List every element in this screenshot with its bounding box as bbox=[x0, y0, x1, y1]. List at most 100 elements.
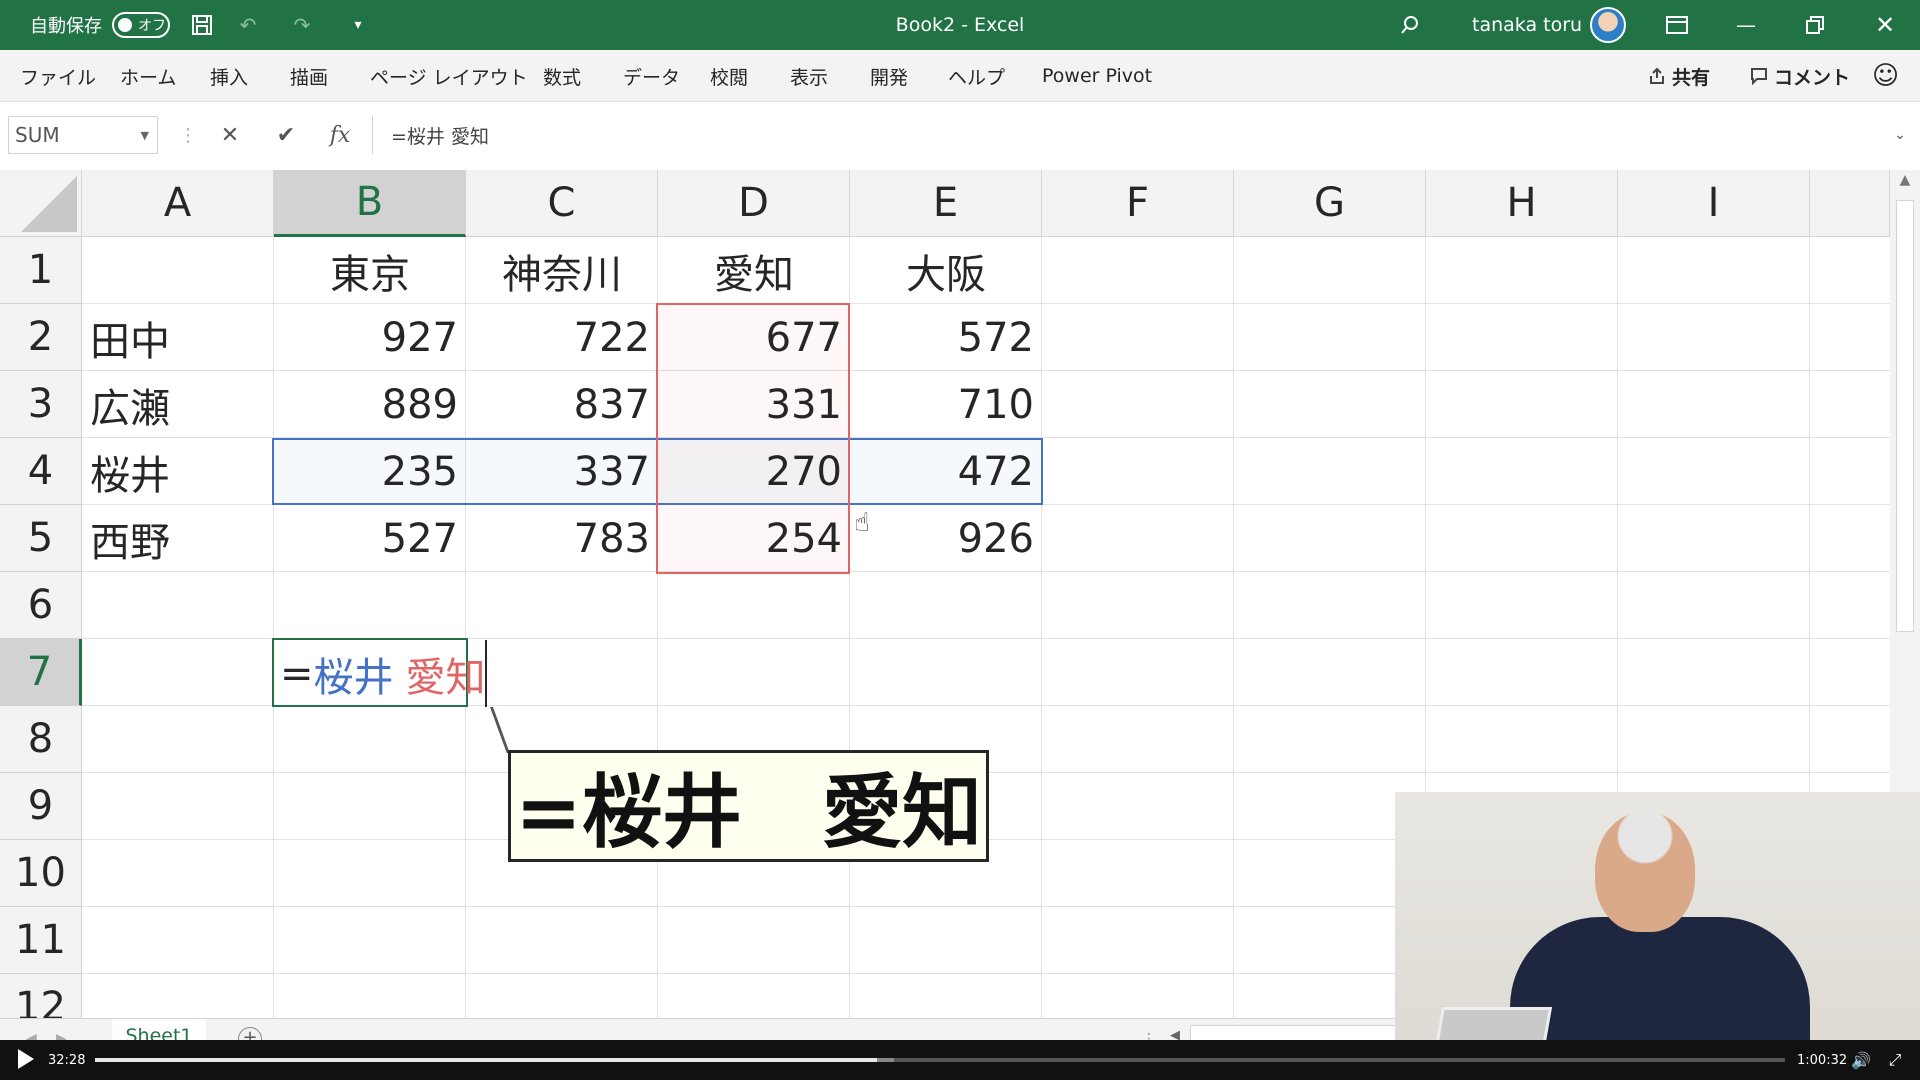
formula-input[interactable]: =桜井 愛知 bbox=[372, 116, 1892, 154]
restore-icon[interactable] bbox=[1795, 0, 1835, 50]
row-header-11[interactable]: 11 bbox=[0, 907, 82, 974]
chevron-down-icon[interactable]: ▼ bbox=[141, 129, 149, 142]
comment-icon bbox=[1751, 68, 1767, 85]
column-header-c[interactable]: C bbox=[466, 170, 658, 237]
volume-icon[interactable]: 🔊 bbox=[1846, 1040, 1876, 1080]
cell-d1[interactable]: 愛知 bbox=[658, 237, 850, 304]
row-header-5[interactable]: 5 bbox=[0, 505, 82, 572]
row-header-4[interactable]: 4 bbox=[0, 438, 82, 505]
column-header-j[interactable] bbox=[1810, 170, 1890, 237]
row-header-1[interactable]: 1 bbox=[0, 237, 82, 304]
tab-review[interactable]: 校閲 bbox=[710, 50, 748, 102]
cell-e3[interactable]: 710 bbox=[850, 371, 1042, 438]
autosave-toggle[interactable]: オフ bbox=[112, 12, 170, 38]
cell-c2[interactable]: 722 bbox=[466, 304, 658, 371]
row-header-2[interactable]: 2 bbox=[0, 304, 82, 371]
ribbon-tabs: ファイル ホーム 挿入 描画 ページ レイアウト 数式 データ 校閲 表示 開発… bbox=[0, 50, 1920, 102]
cell-b4[interactable]: 235 bbox=[274, 438, 466, 505]
row-header-7[interactable]: 7 bbox=[0, 639, 82, 706]
cell-c3[interactable]: 837 bbox=[466, 371, 658, 438]
cell-b1[interactable]: 東京 bbox=[274, 237, 466, 304]
column-header-g[interactable]: G bbox=[1234, 170, 1426, 237]
formula-equals: = bbox=[280, 650, 314, 697]
column-header-i[interactable]: I bbox=[1618, 170, 1810, 237]
cell-e2[interactable]: 572 bbox=[850, 304, 1042, 371]
share-icon bbox=[1650, 67, 1664, 84]
user-name[interactable]: tanaka toru bbox=[1472, 0, 1582, 50]
cell-a4[interactable]: 桜井 bbox=[82, 438, 274, 505]
redo-icon[interactable]: ↷ bbox=[282, 0, 322, 50]
cell-d5[interactable]: 254 bbox=[658, 505, 850, 572]
tab-data[interactable]: データ bbox=[623, 50, 680, 102]
close-icon[interactable]: ✕ bbox=[1865, 0, 1905, 50]
progress-bar[interactable] bbox=[95, 1058, 1785, 1062]
duration: 1:00:32 bbox=[1797, 1052, 1848, 1068]
cell-d2[interactable]: 677 bbox=[658, 304, 850, 371]
insert-function-icon[interactable]: fx bbox=[320, 116, 360, 154]
tab-formulas[interactable]: 数式 bbox=[543, 50, 581, 102]
callout-pointer bbox=[490, 707, 510, 753]
minimize-icon[interactable]: — bbox=[1726, 0, 1766, 50]
cancel-icon[interactable]: ✕ bbox=[210, 116, 250, 154]
row-header-3[interactable]: 3 bbox=[0, 371, 82, 438]
tab-draw[interactable]: 描画 bbox=[290, 50, 328, 102]
cell-b5[interactable]: 527 bbox=[274, 505, 466, 572]
tab-insert[interactable]: 挿入 bbox=[210, 50, 248, 102]
row-header-12[interactable]: 12 bbox=[0, 974, 82, 1020]
presenter-head bbox=[1595, 812, 1695, 932]
cell-b3[interactable]: 889 bbox=[274, 371, 466, 438]
tab-view[interactable]: 表示 bbox=[790, 50, 828, 102]
play-icon[interactable] bbox=[18, 1049, 34, 1069]
hand-cursor-icon: ☝ bbox=[854, 508, 870, 538]
avatar[interactable] bbox=[1590, 7, 1626, 43]
save-icon[interactable] bbox=[182, 0, 222, 50]
tab-file[interactable]: ファイル bbox=[20, 50, 96, 102]
tab-page-layout[interactable]: ページ レイアウト bbox=[370, 50, 528, 102]
undo-icon[interactable]: ↶ bbox=[228, 0, 268, 50]
enter-check-icon[interactable]: ✔ bbox=[266, 116, 306, 154]
tab-help[interactable]: ヘルプ bbox=[948, 50, 1005, 102]
video-player-controls: 32:28 1:00:32 🔊 ⤢ bbox=[0, 1040, 1920, 1080]
tab-power-pivot[interactable]: Power Pivot bbox=[1042, 50, 1152, 102]
cell-a2[interactable]: 田中 bbox=[82, 304, 274, 371]
expand-formula-bar-icon[interactable]: ⌄ bbox=[1880, 116, 1920, 154]
cell-e4[interactable]: 472 bbox=[850, 438, 1042, 505]
cell-a3[interactable]: 広瀬 bbox=[82, 371, 274, 438]
row-header-10[interactable]: 10 bbox=[0, 840, 82, 907]
feedback-smiley-icon[interactable]: ☺ bbox=[1872, 60, 1899, 92]
share-button[interactable]: 共有 bbox=[1648, 60, 1710, 92]
column-header-h[interactable]: H bbox=[1426, 170, 1618, 237]
formula-bar: SUM ▼ ⋮ ✕ ✔ fx =桜井 愛知 ⌄ bbox=[0, 112, 1920, 158]
cell-b7-editing[interactable]: = 桜井 愛知 bbox=[272, 640, 486, 707]
row-header-8[interactable]: 8 bbox=[0, 706, 82, 773]
cell-c1[interactable]: 神奈川 bbox=[466, 237, 658, 304]
row-header-6[interactable]: 6 bbox=[0, 572, 82, 639]
tab-developer[interactable]: 開発 bbox=[870, 50, 908, 102]
more-options-icon[interactable]: ⋮ bbox=[168, 116, 208, 154]
column-header-e[interactable]: E bbox=[850, 170, 1042, 237]
comment-button[interactable]: コメント bbox=[1750, 60, 1850, 92]
ribbon-display-options-icon[interactable] bbox=[1657, 0, 1697, 50]
cell-d3[interactable]: 331 bbox=[658, 371, 850, 438]
cell-d4[interactable]: 270 bbox=[658, 438, 850, 505]
fullscreen-icon[interactable]: ⤢ bbox=[1880, 1040, 1910, 1080]
cell-c4[interactable]: 337 bbox=[466, 438, 658, 505]
title-bar: 自動保存 オフ ↶ ↷ ▾ Book2 - Excel tanaka toru … bbox=[0, 0, 1920, 50]
tab-home[interactable]: ホーム bbox=[120, 50, 176, 102]
customize-qat-icon[interactable]: ▾ bbox=[338, 0, 378, 50]
scroll-thumb[interactable] bbox=[1896, 200, 1914, 632]
cell-e5[interactable]: 926 bbox=[850, 505, 1042, 572]
column-header-f[interactable]: F bbox=[1042, 170, 1234, 237]
column-header-d[interactable]: D bbox=[658, 170, 850, 237]
column-header-b[interactable]: B bbox=[274, 170, 466, 237]
cell-c5[interactable]: 783 bbox=[466, 505, 658, 572]
row-header-9[interactable]: 9 bbox=[0, 773, 82, 840]
cell-a5[interactable]: 西野 bbox=[82, 505, 274, 572]
search-icon[interactable] bbox=[1390, 0, 1430, 50]
name-box[interactable]: SUM ▼ bbox=[8, 116, 158, 154]
cell-e1[interactable]: 大阪 bbox=[850, 237, 1042, 304]
scroll-up-icon[interactable]: ▲ bbox=[1890, 172, 1920, 188]
select-all-button[interactable] bbox=[0, 170, 82, 237]
cell-b2[interactable]: 927 bbox=[274, 304, 466, 371]
column-header-a[interactable]: A bbox=[82, 170, 274, 237]
